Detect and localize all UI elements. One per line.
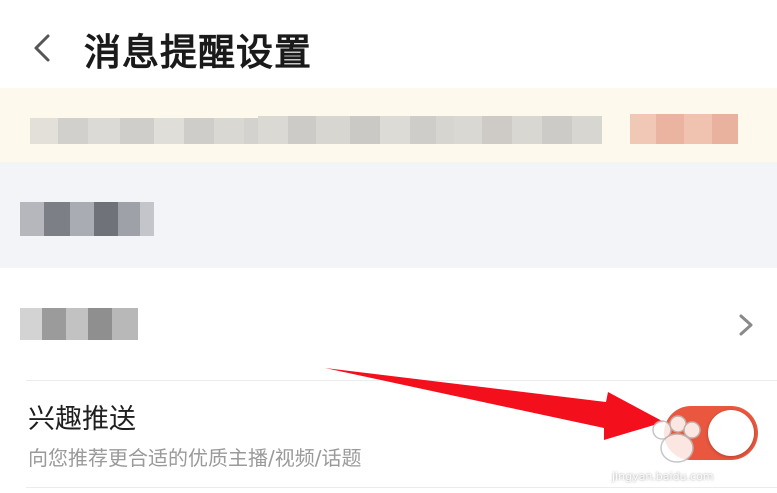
obscured-row-label <box>20 308 138 340</box>
obscured-notice-text <box>30 118 272 144</box>
interest-push-toggle[interactable] <box>664 406 758 460</box>
header-bar: 消息提醒设置 <box>0 0 777 88</box>
obscured-notice-text-3 <box>454 116 602 144</box>
chevron-right-icon <box>739 314 753 336</box>
back-button[interactable] <box>24 28 60 68</box>
interest-push-title: 兴趣推送 <box>28 404 136 435</box>
watermark-text: jingyan.baidu.com <box>612 470 714 483</box>
obscured-section-label <box>20 202 154 236</box>
interest-push-subtitle: 向您推荐更合适的优质主播/视频/话题 <box>28 446 362 470</box>
section-header <box>0 162 777 268</box>
page-title: 消息提醒设置 <box>84 31 312 74</box>
obscured-notice-link <box>630 114 738 144</box>
obscured-notice-text-2 <box>258 116 464 144</box>
toggle-knob <box>708 410 754 456</box>
divider <box>26 487 777 488</box>
notice-banner[interactable] <box>0 88 777 162</box>
chevron-left-icon <box>34 34 50 62</box>
settings-row-obscured[interactable] <box>0 268 777 380</box>
